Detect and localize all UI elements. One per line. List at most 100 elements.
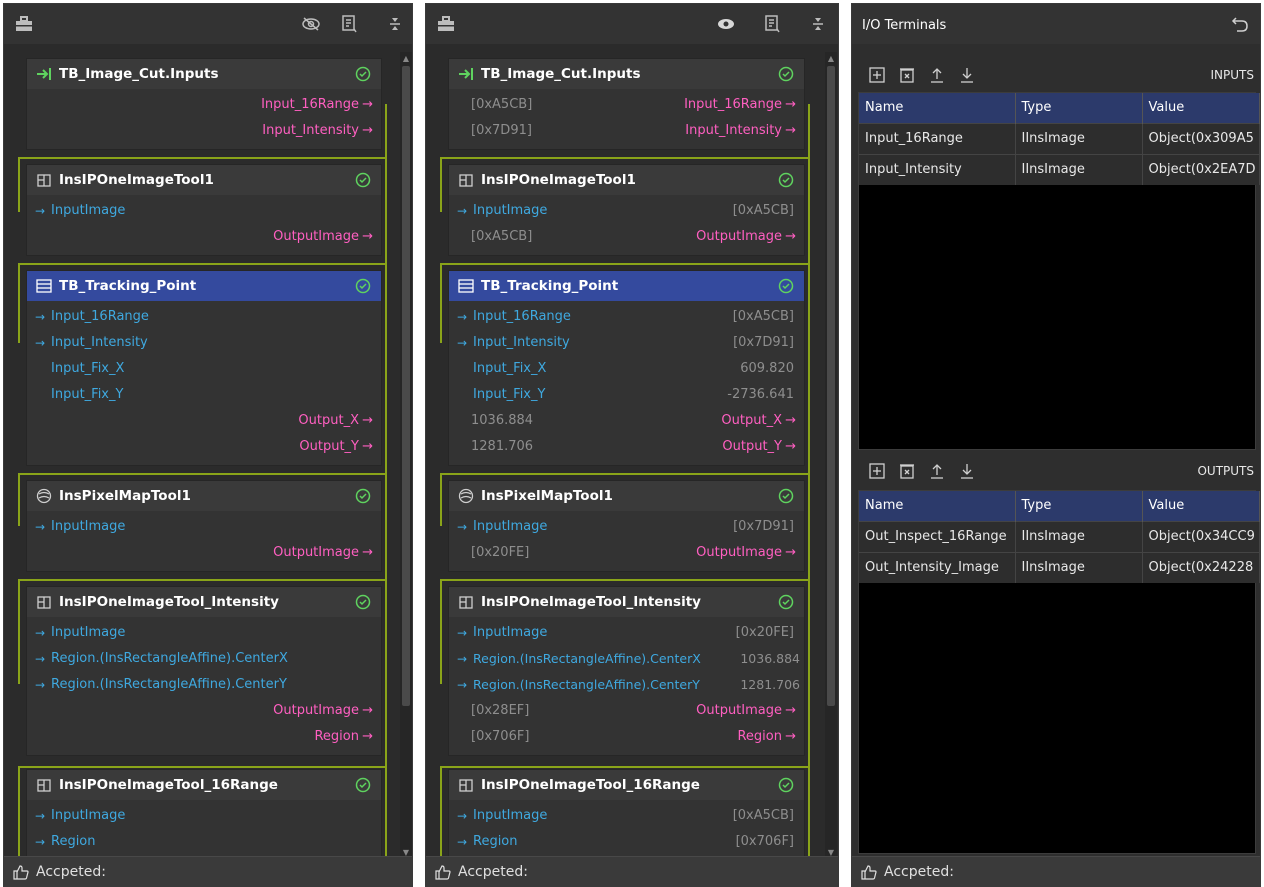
node-header[interactable]: TB_Image_Cut.Inputs	[449, 59, 804, 89]
input-field[interactable]: Input_Fix_Y -2736.641	[449, 383, 804, 409]
table-row[interactable]: Input_Intensity IInsImage Object(0x2EA7D	[859, 153, 1260, 185]
output-port[interactable]: [0x20FE] OutputImage →	[449, 541, 804, 567]
output-port[interactable]: [0xA5CB] OutputImage →	[449, 225, 804, 251]
output-port[interactable]: [0xA5CB] Input_16Range →	[449, 93, 804, 119]
input-field[interactable]: Input_Fix_X 609.820	[449, 357, 804, 383]
node-tb-tracking-point[interactable]: TB_Tracking_Point → Input_16Range → Input_…	[26, 270, 382, 466]
input-port[interactable]: → Region.(InsRectangleAffine).CenterY	[27, 673, 381, 699]
move-down-icon[interactable]	[958, 462, 976, 480]
node-header[interactable]: InsPixelMapTool1	[27, 481, 381, 511]
collapse-icon[interactable]	[806, 12, 830, 36]
node-header[interactable]: InsPixelMapTool1	[449, 481, 804, 511]
input-port[interactable]: → Input_Intensity [0x7D91]	[449, 331, 804, 357]
input-port[interactable]: → Region.(InsRectangleAffine).CenterX	[27, 647, 381, 673]
node-tb-tracking-point[interactable]: TB_Tracking_Point → Input_16Range [0xA5CB]…	[448, 270, 805, 466]
input-port[interactable]: → Input_Intensity	[27, 331, 381, 357]
table-row[interactable]: Out_Intensity_Image IInsImage Object(0x2…	[859, 551, 1260, 583]
vertical-scrollbar[interactable]: ▲ ▼	[400, 52, 412, 860]
table-cell[interactable]: Out_Intensity_Image	[859, 551, 1016, 583]
table-row[interactable]: Out_Inspect_16Range IInsImage Object(0x3…	[859, 520, 1260, 552]
table-cell[interactable]: Object(0x309A5	[1142, 122, 1260, 154]
output-port[interactable]: Region →	[27, 725, 381, 751]
toolbox-icon[interactable]	[12, 12, 36, 36]
input-port[interactable]: → InputImage [0xA5CB]	[449, 199, 804, 225]
table-cell[interactable]: Object(0x24228	[1142, 551, 1260, 583]
input-port[interactable]: → InputImage [0xA5CB]	[449, 804, 804, 830]
node-insiponeimagetool1[interactable]: InsIPOneImageTool1 → InputImage OutputIma…	[26, 164, 382, 256]
column-header[interactable]: Type	[1015, 491, 1143, 521]
input-port[interactable]: → InputImage	[27, 804, 381, 830]
node-header[interactable]: TB_Tracking_Point	[449, 271, 804, 301]
node-insiponeimagetool-16range[interactable]: InsIPOneImageTool_16Range → InputImage → R…	[26, 769, 382, 856]
add-icon[interactable]	[868, 66, 886, 84]
node-header[interactable]: TB_Tracking_Point	[27, 271, 381, 301]
column-header[interactable]: Type	[1015, 93, 1143, 123]
properties-icon[interactable]	[337, 12, 361, 36]
move-up-icon[interactable]	[928, 462, 946, 480]
output-port[interactable]: [0x706F] Region →	[449, 725, 804, 751]
output-port[interactable]: [0x7D91] Input_Intensity →	[449, 119, 804, 145]
table-cell[interactable]: IInsImage	[1015, 551, 1143, 583]
output-port[interactable]: Output_Y →	[27, 435, 381, 461]
table-row[interactable]: Input_16Range IInsImage Object(0x309A5	[859, 122, 1260, 154]
output-port[interactable]: 1281.706 Output_Y →	[449, 435, 804, 461]
eye-off-icon[interactable]	[299, 12, 323, 36]
table-cell[interactable]: Out_Inspect_16Range	[859, 520, 1016, 552]
node-header[interactable]: InsIPOneImageTool1	[449, 165, 804, 195]
node-header[interactable]: InsIPOneImageTool1	[27, 165, 381, 195]
node-header[interactable]: InsIPOneImageTool_16Range	[27, 770, 381, 800]
table-cell[interactable]: IInsImage	[1015, 520, 1143, 552]
vertical-scrollbar[interactable]: ▲ ▼	[825, 52, 837, 860]
output-port[interactable]: 1036.884 Output_X →	[449, 409, 804, 435]
scroll-up-icon[interactable]: ▲	[826, 54, 836, 64]
table-cell[interactable]: Object(0x34CC9	[1142, 520, 1260, 552]
output-port[interactable]: OutputImage →	[27, 541, 381, 567]
node-header[interactable]: InsIPOneImageTool_Intensity	[449, 587, 804, 617]
scroll-thumb[interactable]	[827, 66, 835, 706]
table-cell[interactable]: Input_Intensity	[859, 153, 1016, 185]
input-port[interactable]: → Input_16Range [0xA5CB]	[449, 305, 804, 331]
output-port[interactable]: [0x28EF] OutputImage →	[449, 699, 804, 725]
column-header[interactable]: Value	[1142, 93, 1260, 123]
flow-canvas[interactable]: TB_Image_Cut.Inputs [0xA5CB] Input_16Rang…	[426, 44, 838, 856]
node-insiponeimagetool-intensity[interactable]: InsIPOneImageTool_Intensity → InputImage …	[26, 586, 382, 756]
output-port[interactable]: Input_Intensity →	[27, 119, 381, 145]
node-header[interactable]: TB_Image_Cut.Inputs	[27, 59, 381, 89]
column-header[interactable]: Name	[859, 93, 1016, 123]
input-field[interactable]: Input_Fix_Y	[27, 383, 381, 409]
properties-icon[interactable]	[760, 12, 784, 36]
table-cell[interactable]: IInsImage	[1015, 153, 1143, 185]
node-header[interactable]: InsIPOneImageTool_Intensity	[27, 587, 381, 617]
inputs-grid[interactable]: Name Type Value Input_16Range IInsImage …	[858, 92, 1260, 450]
eye-icon[interactable]	[714, 12, 738, 36]
scroll-thumb[interactable]	[402, 66, 410, 706]
node-inspixelmaptool1[interactable]: InsPixelMapTool1 → InputImage OutputImage…	[26, 480, 382, 572]
input-port[interactable]: → Region.(InsRectangleAffine).CenterX 1036…	[449, 647, 804, 673]
flow-canvas[interactable]: TB_Image_Cut.Inputs Input_16Range → Input…	[4, 44, 412, 856]
scroll-up-icon[interactable]: ▲	[401, 54, 411, 64]
output-port[interactable]: Input_16Range →	[27, 93, 381, 119]
input-field[interactable]: Input_Fix_X	[27, 357, 381, 383]
toolbox-icon[interactable]	[434, 12, 458, 36]
delete-icon[interactable]	[898, 462, 916, 480]
node-insiponeimagetool-16range[interactable]: InsIPOneImageTool_16Range → InputImage [0x…	[448, 769, 805, 856]
output-port[interactable]: OutputImage →	[27, 225, 381, 251]
output-port[interactable]: OutputImage →	[27, 699, 381, 725]
node-inspixelmaptool1[interactable]: InsPixelMapTool1 → InputImage [0x7D91] [0x…	[448, 480, 805, 572]
node-insiponeimagetool1[interactable]: InsIPOneImageTool1 → InputImage [0xA5CB] […	[448, 164, 805, 256]
input-port[interactable]: → Input_16Range	[27, 305, 381, 331]
table-cell[interactable]: Input_16Range	[859, 122, 1016, 154]
output-port[interactable]: Output_X →	[27, 409, 381, 435]
add-icon[interactable]	[868, 462, 886, 480]
node-insiponeimagetool-intensity[interactable]: InsIPOneImageTool_Intensity → InputImage […	[448, 586, 805, 756]
input-port[interactable]: → Region.(InsRectangleAffine).CenterY 1281…	[449, 673, 804, 699]
collapse-icon[interactable]	[383, 12, 407, 36]
input-port[interactable]: → InputImage	[27, 621, 381, 647]
undo-icon[interactable]	[1230, 14, 1250, 34]
input-port[interactable]: → Region [0x706F]	[449, 830, 804, 856]
move-down-icon[interactable]	[958, 66, 976, 84]
outputs-grid[interactable]: Name Type Value Out_Inspect_16Range IIns…	[858, 490, 1260, 854]
input-port[interactable]: → InputImage [0x7D91]	[449, 515, 804, 541]
column-header[interactable]: Value	[1142, 491, 1260, 521]
input-port[interactable]: → Region	[27, 830, 381, 856]
